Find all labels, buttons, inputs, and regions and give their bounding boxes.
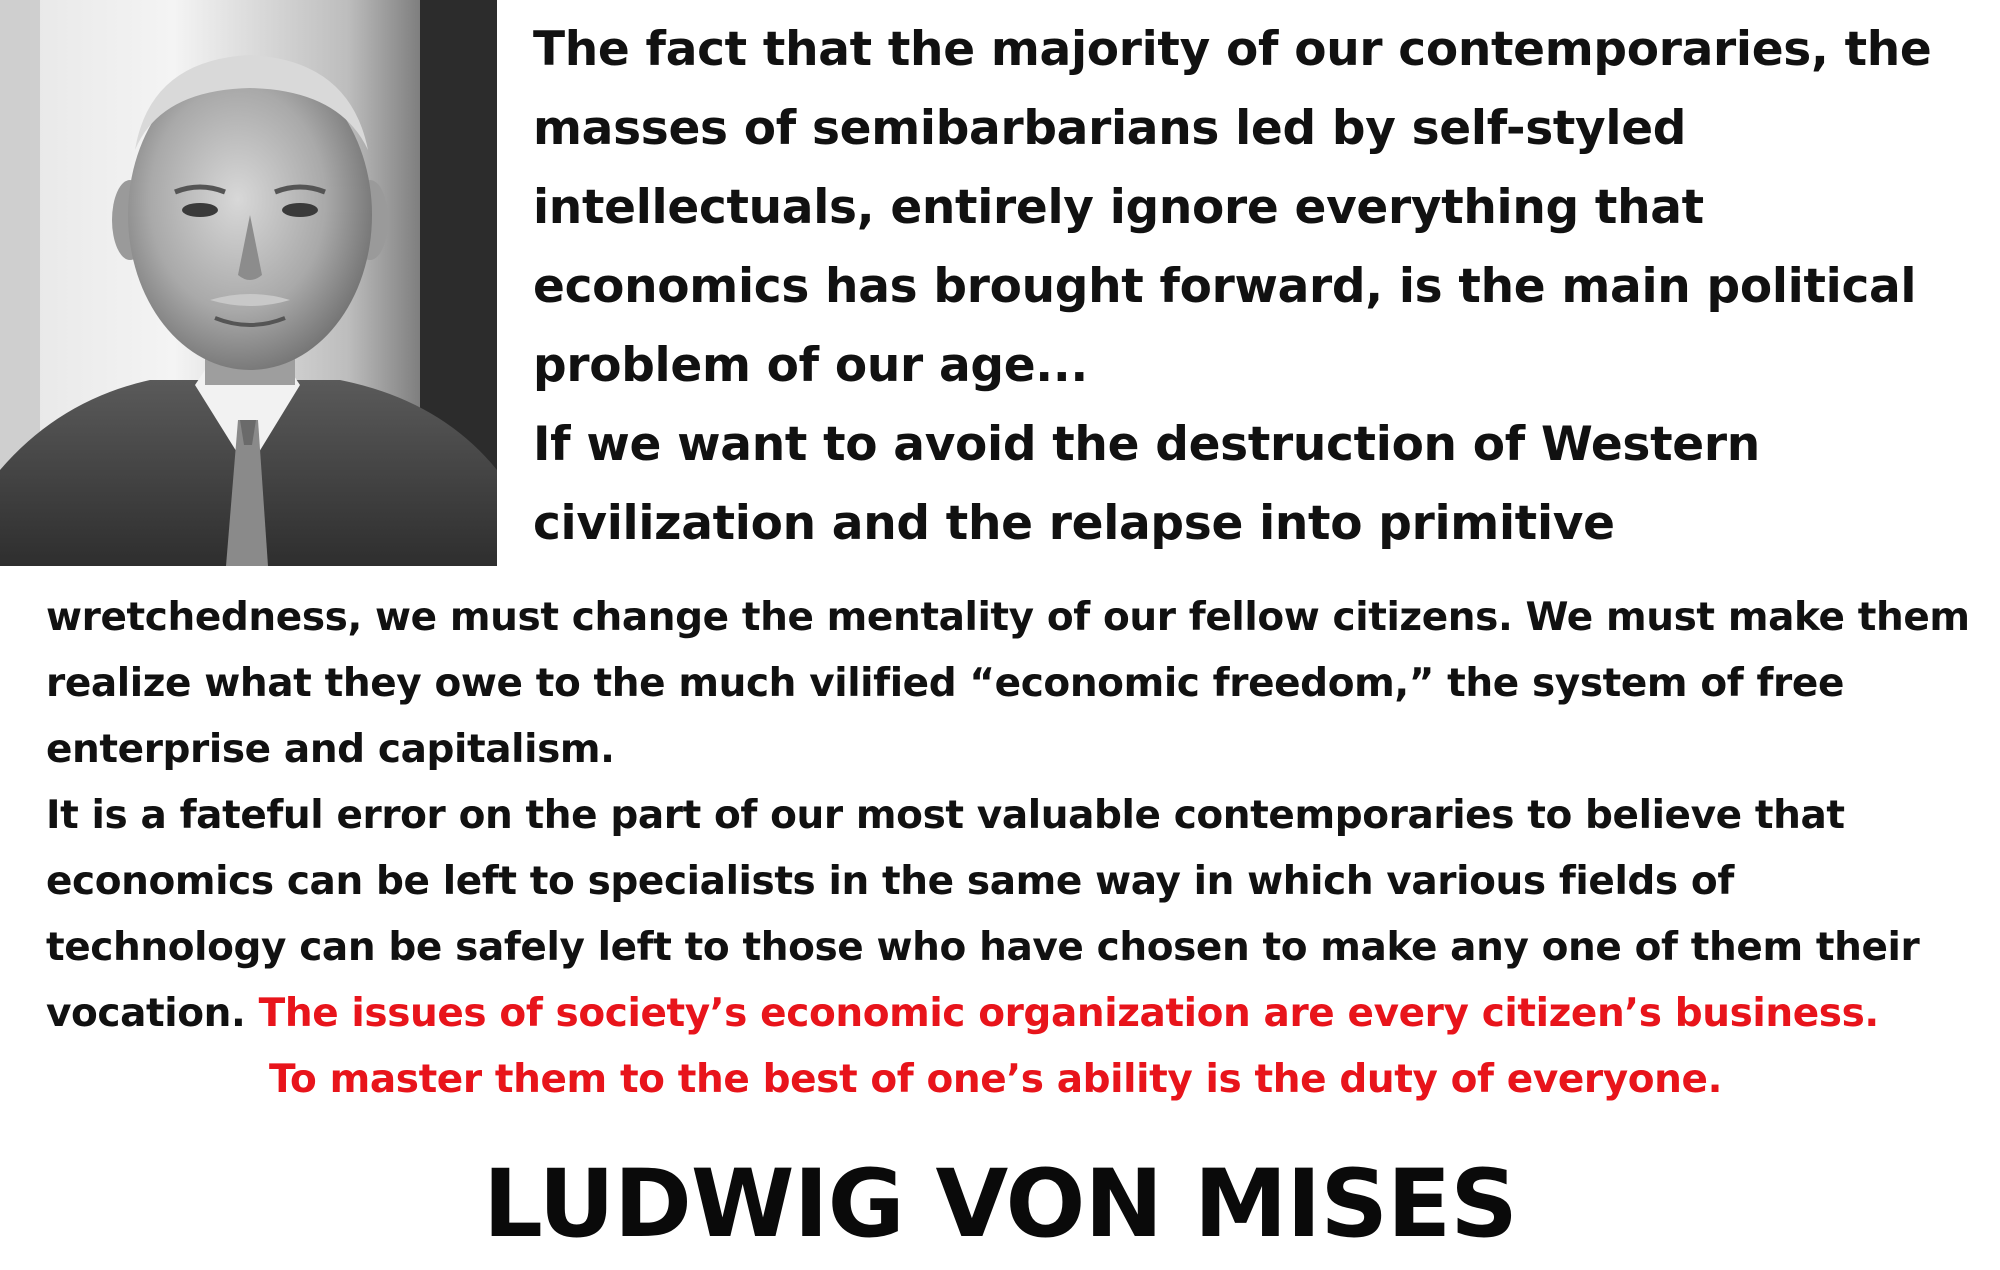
quote-paragraph: wretchedness, we must change the mentali… bbox=[46, 595, 1970, 772]
quote-paragraph: The fact that the majority of our contem… bbox=[533, 22, 1932, 393]
quote-body-block: wretchedness, we must change the mentali… bbox=[46, 585, 1986, 1113]
portrait-photo-icon bbox=[0, 0, 497, 566]
highlight-line: The issues of society’s economic organiz… bbox=[258, 991, 1880, 1036]
quote-paragraph: If we want to avoid the destruction of W… bbox=[533, 417, 1760, 551]
quote-paragraph: It is a fateful error on the part of our… bbox=[46, 783, 1986, 1113]
portrait-image bbox=[0, 0, 497, 566]
highlight-line: To master them to the best of one’s abil… bbox=[269, 1057, 1722, 1102]
author-name: LUDWIG VON MISES bbox=[483, 1150, 1518, 1259]
quote-top-block: The fact that the majority of our contem… bbox=[533, 10, 1983, 563]
